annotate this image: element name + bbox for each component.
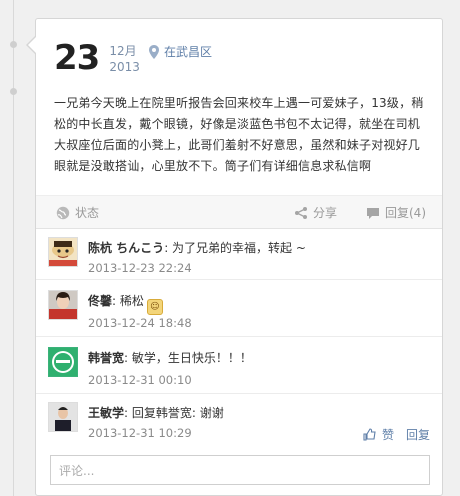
- globe-icon: [56, 206, 70, 219]
- post-year: 2013: [109, 60, 140, 74]
- post-date: 23 12月 2013: [54, 39, 140, 81]
- avatar[interactable]: [48, 237, 78, 267]
- comment-input[interactable]: 评论...: [50, 455, 430, 485]
- reply-button[interactable]: 回复: [406, 426, 430, 443]
- comment-author[interactable]: 佟馨: [88, 294, 112, 308]
- thumbs-up-icon: [363, 428, 376, 441]
- comment-text: : 稀松: [112, 294, 144, 308]
- timeline-dot: [10, 88, 17, 95]
- post-action-bar: 状态 分享 回复(4): [36, 195, 442, 229]
- avatar[interactable]: [48, 290, 78, 320]
- post-text: 一兄弟今天晚上在院里听报告会回来校车上遇一可爱妹子，13级，稍松的中长直发，戴个…: [54, 96, 424, 173]
- share-icon: [295, 206, 307, 219]
- reply-count-label: 回复(4): [385, 206, 426, 220]
- timeline-line: [13, 0, 14, 496]
- card-pointer-fill: [28, 37, 36, 53]
- post-card: 23 12月 2013 在武昌区 一兄弟今天晚上在院里听报告会回来校车上遇一可爱…: [35, 18, 443, 496]
- comment-time: 2013-12-31 10:29: [88, 426, 192, 440]
- comment-time: 2013-12-31 00:10: [88, 373, 192, 387]
- comment-item: 陈杭 ちんこう: 为了兄弟的幸福，转起 ~ 2013-12-23 22:24: [36, 229, 442, 280]
- comment-item: 佟馨: 稀松 ☺ 2013-12-24 18:48: [36, 280, 442, 337]
- comment-content: 陈杭 ちんこう: 为了兄弟的幸福，转起 ~: [88, 239, 306, 256]
- share-label: 分享: [313, 206, 338, 220]
- comment-actions: 赞 回复: [363, 426, 430, 443]
- emoji-face-icon: ☺: [146, 299, 163, 315]
- post-month-year: 12月 2013: [109, 43, 140, 75]
- location-label: 在武昌区: [164, 45, 213, 59]
- share-button[interactable]: 分享: [294, 204, 337, 221]
- comment-author[interactable]: 陈杭 ちんこう: [88, 241, 164, 255]
- comment-author[interactable]: 韩誉宽: [88, 351, 124, 365]
- comment-content: 王敏学: 回复韩誉宽: 谢谢: [88, 404, 224, 421]
- avatar[interactable]: [48, 347, 78, 377]
- post-location[interactable]: 在武昌区: [148, 43, 212, 60]
- post-day: 23: [54, 38, 100, 78]
- comment-text: : 为了兄弟的幸福，转起 ~: [164, 241, 306, 255]
- comment-icon: [367, 207, 379, 219]
- timeline-dot: [10, 41, 17, 48]
- comment-content: 韩誉宽: 敏学，生日快乐！！！: [88, 349, 252, 366]
- reply-count-button[interactable]: 回复(4): [366, 204, 426, 221]
- comment-item: 王敏学: 回复韩誉宽: 谢谢 2013-12-31 10:29 赞 回复: [36, 394, 442, 446]
- post-month: 12月: [109, 44, 137, 58]
- comment-time: 2013-12-23 22:24: [88, 261, 192, 275]
- status-button[interactable]: 状态: [56, 204, 99, 221]
- comment-text: : 回复韩誉宽: 谢谢: [124, 406, 224, 420]
- status-label: 状态: [75, 206, 100, 220]
- comment-time: 2013-12-24 18:48: [88, 316, 192, 330]
- like-button[interactable]: 赞: [382, 426, 394, 443]
- comment-text: : 敏学，生日快乐！！！: [124, 351, 252, 365]
- comment-author[interactable]: 王敏学: [88, 406, 124, 420]
- avatar[interactable]: [48, 402, 78, 432]
- comment-content: 佟馨: 稀松 ☺: [88, 292, 163, 315]
- location-pin-icon: [149, 44, 159, 59]
- comment-item: 韩誉宽: 敏学，生日快乐！！！ 2013-12-31 00:10: [36, 337, 442, 394]
